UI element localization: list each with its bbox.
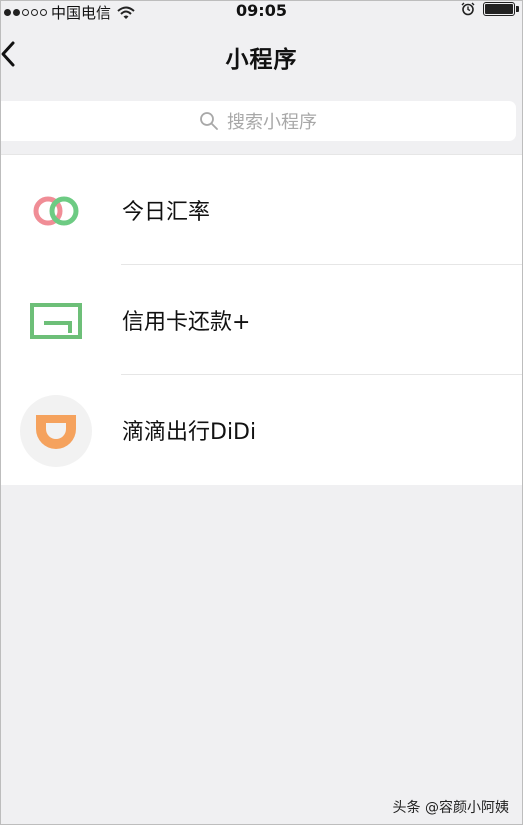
search-input[interactable]: 搜索小程序 — [0, 101, 516, 141]
page-title: 小程序 — [225, 47, 298, 73]
didi-logo-icon — [20, 395, 92, 467]
card-icon — [20, 285, 92, 357]
list-item-label: 信用卡还款+ — [122, 310, 251, 335]
battery-icon — [483, 2, 519, 16]
search-placeholder-wrap: 搜索小程序 — [199, 108, 317, 134]
list-item-didi[interactable]: 滴滴出行DiDi — [0, 375, 523, 485]
list-item-label: 今日汇率 — [122, 200, 211, 225]
watermark: 头条 @容颜小阿姨 — [392, 800, 509, 816]
status-right — [461, 2, 519, 16]
two-rings-icon — [20, 175, 92, 247]
list-item-exchange-rate[interactable]: 今日汇率 — [0, 155, 523, 265]
nav-bar: 小程序 — [0, 22, 523, 90]
list-item-label: 滴滴出行DiDi — [122, 420, 257, 445]
status-bar: 中国电信 09:05 — [0, 0, 523, 22]
mini-program-list: 今日汇率 信用卡还款+ 滴滴出行DiDi — [0, 154, 523, 485]
alarm-icon — [461, 2, 475, 16]
status-time: 09:05 — [236, 1, 287, 20]
search-placeholder: 搜索小程序 — [227, 112, 317, 133]
search-icon — [200, 112, 218, 130]
list-item-credit-card[interactable]: 信用卡还款+ — [0, 265, 523, 375]
